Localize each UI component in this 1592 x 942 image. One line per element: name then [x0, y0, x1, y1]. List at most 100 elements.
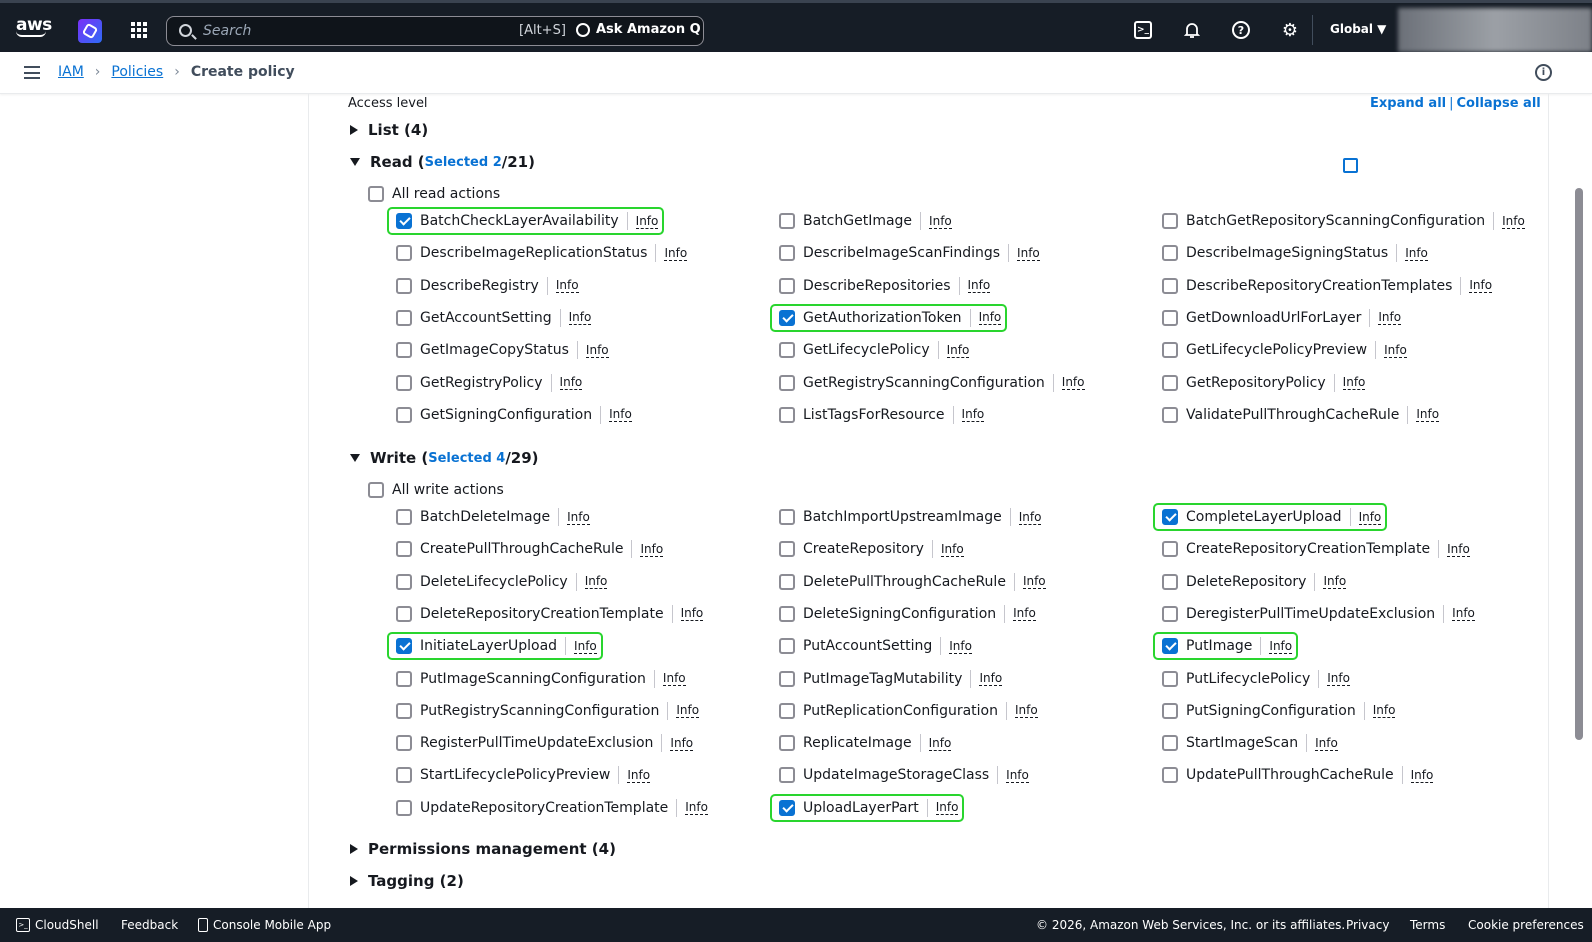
action-CreateRepository[interactable]: CreateRepository Info: [779, 537, 964, 561]
checkbox[interactable]: [396, 309, 412, 326]
checkbox[interactable]: [396, 767, 412, 784]
action-GetSigningConfiguration[interactable]: GetSigningConfiguration Info: [396, 403, 632, 427]
checkbox[interactable]: [779, 605, 795, 622]
info-link[interactable]: Info: [1405, 246, 1428, 261]
checkbox[interactable]: [396, 245, 412, 262]
checkbox[interactable]: [779, 670, 795, 687]
footer-privacy-link[interactable]: Privacy: [1346, 918, 1389, 932]
checkbox[interactable]: [396, 799, 412, 816]
info-link[interactable]: Info: [1378, 310, 1402, 326]
info-link[interactable]: Info: [635, 214, 659, 229]
action-DescribeImageReplicationStatus[interactable]: DescribeImageReplicationStatus Info: [396, 241, 688, 265]
info-link[interactable]: Info: [1269, 639, 1293, 654]
info-link[interactable]: Info: [1315, 736, 1338, 751]
info-link[interactable]: Info: [1022, 574, 1046, 590]
info-link[interactable]: Info: [670, 736, 694, 751]
info-link[interactable]: Info: [928, 736, 952, 751]
action-PutReplicationConfiguration[interactable]: PutReplicationConfiguration Info: [779, 699, 1038, 723]
info-link[interactable]: Info: [568, 310, 592, 326]
checkbox[interactable]: [1162, 213, 1178, 229]
action-BatchCheckLayerAvailability[interactable]: BatchCheckLayerAvailability Info: [386, 207, 665, 235]
info-link[interactable]: Info: [1372, 703, 1396, 719]
service-badge-icon[interactable]: [78, 19, 102, 43]
action-GetDownloadUrlForLayer[interactable]: GetDownloadUrlForLayer Info: [1162, 306, 1402, 330]
action-InitiateLayerUpload[interactable]: InitiateLayerUpload Info: [387, 632, 603, 661]
footer-terms-link[interactable]: Terms: [1410, 918, 1445, 932]
breadcrumb-policies[interactable]: Policies: [111, 64, 163, 80]
action-DeleteRepositoryCreationTemplate[interactable]: DeleteRepositoryCreationTemplate Info: [396, 602, 704, 626]
info-link[interactable]: Info: [1452, 606, 1475, 622]
action-ValidatePullThroughCacheRule[interactable]: ValidatePullThroughCacheRule Info: [1162, 403, 1440, 427]
info-link[interactable]: Info: [961, 407, 985, 423]
info-link[interactable]: Info: [1447, 542, 1470, 557]
checkbox[interactable]: [779, 541, 795, 558]
checkbox[interactable]: [779, 638, 795, 655]
checkbox[interactable]: [1162, 702, 1178, 719]
info-link[interactable]: Info: [1384, 343, 1407, 358]
aws-logo[interactable]: aws: [16, 15, 52, 37]
info-link[interactable]: Info: [967, 278, 991, 294]
expand-all-link[interactable]: Expand all: [1370, 96, 1446, 111]
action-GetLifecyclePolicyPreview[interactable]: GetLifecyclePolicyPreview Info: [1162, 338, 1407, 362]
checkbox[interactable]: [779, 309, 795, 326]
action-DescribeRepositoryCreationTemplates[interactable]: DescribeRepositoryCreationTemplates Info: [1162, 274, 1493, 298]
group-write-selected[interactable]: Selected 4: [428, 451, 505, 466]
action-DeleteLifecyclePolicy[interactable]: DeleteLifecyclePolicy Info: [396, 570, 608, 594]
info-link[interactable]: Info: [559, 375, 583, 390]
action-BatchImportUpstreamImage[interactable]: BatchImportUpstreamImage Info: [779, 505, 1042, 529]
info-link[interactable]: Info: [1342, 375, 1366, 390]
checkbox[interactable]: [779, 277, 795, 294]
action-DeleteSigningConfiguration[interactable]: DeleteSigningConfiguration Info: [779, 602, 1036, 626]
action-RegisterPullTimeUpdateExclusion[interactable]: RegisterPullTimeUpdateExclusion Info: [396, 731, 694, 755]
action-BatchGetImage[interactable]: BatchGetImage Info: [779, 209, 952, 233]
action-UploadLayerPart[interactable]: UploadLayerPart Info: [769, 793, 965, 822]
info-link[interactable]: Info: [979, 671, 1003, 686]
footer-mobile-app-link[interactable]: Console Mobile App: [198, 918, 331, 932]
info-link[interactable]: Info: [627, 768, 651, 783]
checkbox[interactable]: [396, 277, 412, 294]
breadcrumb-iam[interactable]: IAM: [58, 64, 84, 80]
action-UpdateRepositoryCreationTemplate[interactable]: UpdateRepositoryCreationTemplate Info: [396, 796, 708, 820]
info-link[interactable]: Info: [940, 542, 964, 557]
checkbox[interactable]: [779, 702, 795, 719]
action-ListTagsForResource[interactable]: ListTagsForResource Info: [779, 403, 985, 427]
collapse-all-link[interactable]: Collapse all: [1457, 96, 1541, 111]
action-GetRegistryPolicy[interactable]: GetRegistryPolicy Info: [396, 371, 583, 395]
action-DeletePullThroughCacheRule[interactable]: DeletePullThroughCacheRule Info: [779, 570, 1046, 594]
info-link[interactable]: Info: [1014, 703, 1038, 719]
group-read-toggle[interactable]: Read (Selected 2/21): [350, 153, 535, 171]
action-GetLifecyclePolicy[interactable]: GetLifecyclePolicy Info: [779, 338, 970, 362]
all-read-actions-checkbox[interactable]: All read actions: [368, 186, 500, 202]
checkbox[interactable]: [779, 213, 795, 229]
footer-cookie-link[interactable]: Cookie preferences: [1468, 918, 1584, 932]
info-link[interactable]: Info: [555, 278, 579, 294]
footer-cloudshell-button[interactable]: >_ CloudShell: [16, 918, 99, 932]
cloudshell-icon[interactable]: >_: [1134, 21, 1152, 39]
checkbox[interactable]: [1162, 767, 1178, 784]
action-DescribeImageScanFindings[interactable]: DescribeImageScanFindings Info: [779, 241, 1040, 265]
checkbox[interactable]: [396, 374, 412, 391]
action-DeregisterPullTimeUpdateExclusion[interactable]: DeregisterPullTimeUpdateExclusion Info: [1162, 602, 1475, 626]
group-permissions-toggle[interactable]: Permissions management (4): [350, 840, 616, 858]
checkbox[interactable]: [779, 406, 795, 423]
checkbox[interactable]: [396, 406, 412, 423]
info-link[interactable]: Info: [949, 639, 972, 654]
footer-feedback-link[interactable]: Feedback: [121, 918, 178, 932]
action-BatchDeleteImage[interactable]: BatchDeleteImage Info: [396, 505, 590, 529]
info-link[interactable]: Info: [585, 343, 609, 358]
checkbox[interactable]: [368, 482, 384, 498]
info-link[interactable]: Info: [935, 800, 959, 816]
action-GetImageCopyStatus[interactable]: GetImageCopyStatus Info: [396, 338, 609, 362]
action-DescribeImageSigningStatus[interactable]: DescribeImageSigningStatus Info: [1162, 241, 1428, 265]
action-StartLifecyclePolicyPreview[interactable]: StartLifecyclePolicyPreview Info: [396, 763, 651, 787]
checkbox[interactable]: [779, 573, 795, 590]
info-link[interactable]: Info: [1013, 606, 1036, 622]
info-link[interactable]: Info: [1006, 768, 1029, 783]
info-link[interactable]: Info: [640, 542, 664, 557]
checkbox[interactable]: [396, 702, 412, 719]
checkbox[interactable]: [1162, 245, 1178, 262]
info-link[interactable]: Info: [978, 310, 1002, 326]
checkbox[interactable]: [396, 670, 412, 687]
action-GetRepositoryPolicy[interactable]: GetRepositoryPolicy Info: [1162, 371, 1366, 395]
info-link[interactable]: Info: [574, 639, 597, 654]
